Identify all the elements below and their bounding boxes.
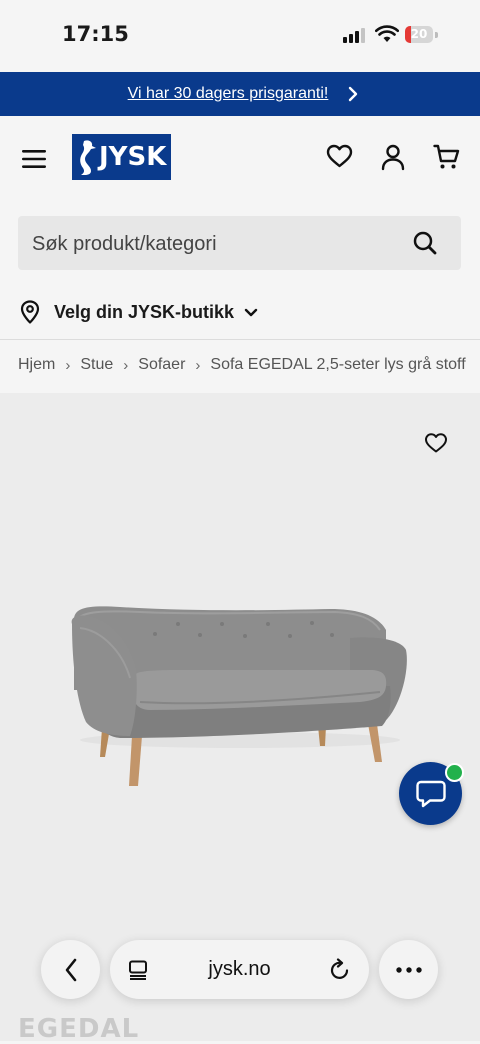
header-divider [0,339,480,340]
browser-toolbar: jysk.no [0,938,480,1002]
battery-percent: 20 [410,27,428,41]
chevron-down-icon [244,308,258,317]
address-bar[interactable]: jysk.no [110,940,369,999]
chevron-left-icon [65,958,76,981]
add-to-favorites-icon[interactable] [424,432,448,454]
battery-cap [435,32,438,38]
search-icon[interactable] [413,231,437,255]
cellular-signal-icon [343,27,365,43]
status-time: 17:15 [62,22,129,46]
goose-logo-icon [80,140,96,175]
hamburger-menu-icon[interactable] [22,150,46,168]
breadcrumb: Hjem › Stue › Sofaer › Sofa EGEDAL 2,5-s… [18,356,466,374]
chat-button[interactable] [399,762,464,825]
location-pin-icon [20,300,40,324]
jysk-logo[interactable]: JYSK [72,134,171,180]
reload-icon[interactable] [329,958,351,982]
status-bar: 17:15 20 [0,0,480,72]
product-title: EGEDAL [18,1014,140,1044]
promo-link[interactable]: Vi har 30 dagers prisgaranti! [128,85,329,103]
breadcrumb-separator-icon: › [195,356,201,374]
breadcrumb-home[interactable]: Hjem [18,356,55,374]
breadcrumb-sofaer[interactable]: Sofaer [138,356,185,374]
search-box [18,216,461,272]
site-header: JYSK [0,116,480,200]
more-options-icon [395,966,422,973]
wifi-icon [375,25,399,42]
heart-icon[interactable] [326,144,353,169]
user-account-icon[interactable] [381,144,405,171]
breadcrumb-current: Sofa EGEDAL 2,5-seter lys grå stoff [210,356,466,373]
chevron-right-icon [348,86,358,102]
promo-banner[interactable]: Vi har 30 dagers prisgaranti! [0,72,480,116]
product-image-sofa [71,606,407,786]
breadcrumb-stue[interactable]: Stue [80,356,113,374]
breadcrumb-separator-icon: › [65,356,71,374]
store-selector[interactable]: Velg din JYSK-butikk [20,300,258,324]
battery-icon: 20 [405,26,433,43]
chat-online-indicator [445,763,464,782]
chat-bubble-icon [415,780,446,807]
search-input[interactable] [30,216,394,272]
breadcrumb-separator-icon: › [123,356,129,374]
shopping-cart-icon[interactable] [433,144,460,170]
store-selector-label: Velg din JYSK-butikk [54,301,235,322]
browser-back-button[interactable] [41,940,100,999]
logo-wordmark: JYSK [99,142,167,172]
browser-more-button[interactable] [379,940,438,999]
